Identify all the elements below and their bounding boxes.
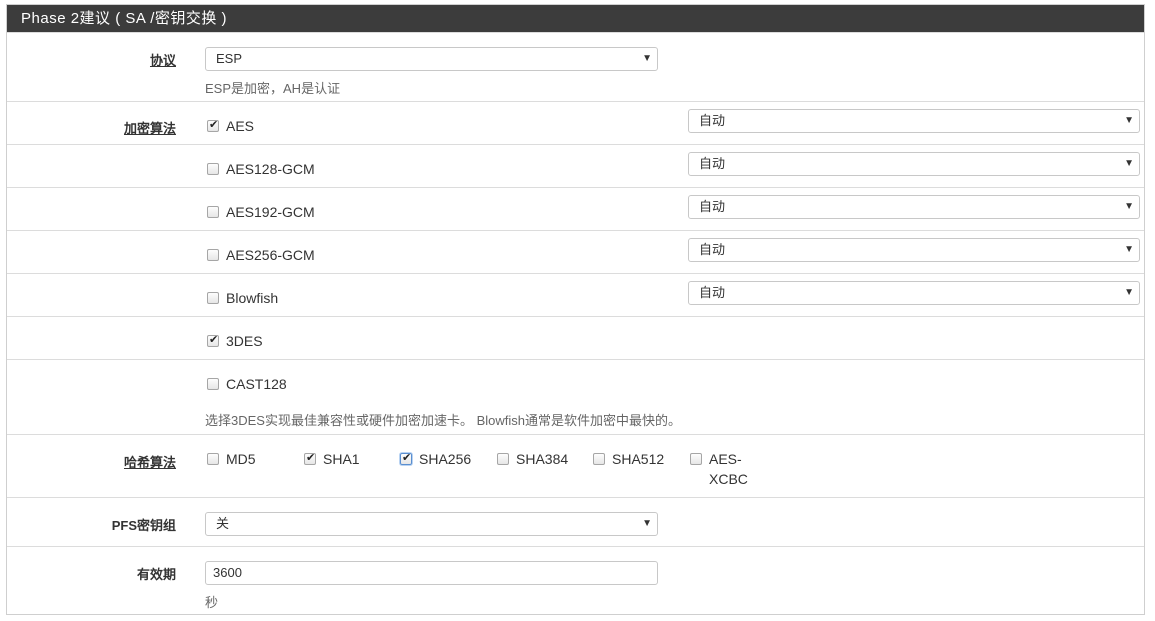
enc-row-aes256gcm: AES256-GCM 自动 ▼ [7,230,1144,273]
hash-name-sha512: SHA512 [612,451,665,467]
hash-name-sha384: SHA384 [516,451,569,467]
phase2-panel: Phase 2建议 ( SA /密钥交换 ) 协议 ESP ▼ ESP是加密，A… [6,4,1145,615]
lifetime-input[interactable]: 3600 [205,561,658,585]
caret-down-icon: ▼ [1124,244,1134,255]
keylen-value: 自动 [699,113,726,128]
checkbox-md5[interactable] [207,453,219,465]
enc-name-cast128: CAST128 [226,376,287,392]
lifetime-value: 3600 [213,565,242,580]
enc-row-aes: 加密算法 AES 自动 ▼ [7,101,1144,144]
enc-row-3des: 3DES [7,316,1144,359]
lifetime-row: 有效期 3600 秒 [7,546,1144,614]
enc-row-blowfish: Blowfish 自动 ▼ [7,273,1144,316]
protocol-label: 协议 [149,53,176,68]
keylen-value: 自动 [699,156,726,171]
keylen-value: 自动 [699,285,726,300]
checkbox-sha256[interactable] [400,451,412,465]
keylen-select-aes128gcm[interactable]: 自动 ▼ [688,152,1140,176]
checkbox-sha512[interactable] [593,453,605,465]
pfs-value: 关 [216,516,230,531]
caret-down-icon: ▼ [1124,158,1134,169]
enc-name-aes: AES [226,118,255,134]
checkbox-aes[interactable] [207,118,219,132]
hash-name-aes-xcbc-line2: XCBC [709,471,748,487]
checkbox-sha1[interactable] [304,451,316,465]
hash-name-sha1: SHA1 [323,451,360,467]
checkbox-blowfish[interactable] [207,292,219,304]
pfs-select[interactable]: 关 ▼ [205,512,658,536]
keylen-select-aes[interactable]: 自动 ▼ [688,109,1140,133]
checkbox-aes-xcbc[interactable] [690,453,702,465]
hash-label: 哈希算法 [123,455,176,470]
caret-down-icon: ▼ [1124,115,1134,126]
pfs-label: PFS密钥组 [111,518,176,533]
enc-row-aes128gcm: AES128-GCM 自动 ▼ [7,144,1144,187]
hash-name-aes-xcbc: AES- [709,451,742,467]
enc-name-aes128gcm: AES128-GCM [226,161,315,177]
checkbox-cast128[interactable] [207,378,219,390]
keylen-value: 自动 [699,199,726,214]
enc-row-aes192gcm: AES192-GCM 自动 ▼ [7,187,1144,230]
hash-name-sha256: SHA256 [419,451,472,467]
encryption-help: 选择3DES实现最佳兼容性或硬件加密加速卡。 Blowfish通常是软件加密中最… [205,413,681,428]
hash-name-md5: MD5 [226,451,256,467]
caret-down-icon: ▼ [1124,287,1134,298]
lifetime-label: 有效期 [136,567,176,582]
keylen-select-aes256gcm[interactable]: 自动 ▼ [688,238,1140,262]
checkbox-aes128gcm[interactable] [207,163,219,175]
protocol-help: ESP是加密，AH是认证 [205,81,341,96]
keylen-select-blowfish[interactable]: 自动 ▼ [688,281,1140,305]
caret-down-icon: ▼ [642,53,652,64]
keylen-value: 自动 [699,242,726,257]
enc-name-aes192gcm: AES192-GCM [226,204,315,220]
protocol-select[interactable]: ESP ▼ [205,47,658,71]
caret-down-icon: ▼ [642,518,652,529]
protocol-value: ESP [216,51,243,66]
encryption-label: 加密算法 [123,121,176,136]
checkbox-aes192gcm[interactable] [207,206,219,218]
enc-name-3des: 3DES [226,333,263,349]
enc-row-cast128: CAST128 选择3DES实现最佳兼容性或硬件加密加速卡。 Blowfish通… [7,359,1144,434]
protocol-row: 协议 ESP ▼ ESP是加密，AH是认证 [7,32,1144,102]
enc-name-blowfish: Blowfish [226,290,279,306]
checkbox-3des[interactable] [207,333,219,347]
hash-row: 哈希算法 MD5 SHA1 SHA256 SHA384 SHA512 AES- … [7,434,1144,497]
lifetime-help: 秒 [205,595,219,610]
keylen-select-aes192gcm[interactable]: 自动 ▼ [688,195,1140,219]
caret-down-icon: ▼ [1124,201,1134,212]
checkbox-aes256gcm[interactable] [207,249,219,261]
pfs-row: PFS密钥组 关 ▼ [7,497,1144,546]
enc-name-aes256gcm: AES256-GCM [226,247,315,263]
panel-title: Phase 2建议 ( SA /密钥交换 ) [7,5,1144,32]
checkbox-sha384[interactable] [497,453,509,465]
